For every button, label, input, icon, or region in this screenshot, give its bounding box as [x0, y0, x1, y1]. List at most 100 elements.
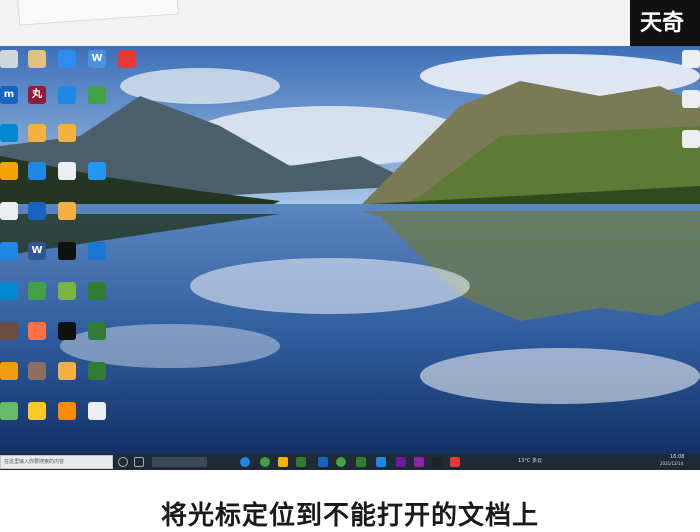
taskbar-search-input[interactable]: 在这里输入你要搜索的内容	[0, 455, 113, 469]
desktop-icon[interactable]	[0, 402, 24, 440]
clock-date[interactable]: 2021/12/14	[660, 461, 683, 466]
desktop-icon[interactable]	[82, 242, 112, 280]
desktop-icon[interactable]	[52, 162, 82, 200]
app-icon	[58, 322, 76, 340]
desktop-icon[interactable]	[0, 242, 24, 280]
desktop-icon[interactable]	[52, 242, 82, 280]
app-icon	[88, 362, 106, 380]
desktop-icon[interactable]: 丸	[22, 86, 52, 124]
brand-text: 天奇生活	[609, 472, 662, 487]
app-icon	[88, 402, 106, 420]
app-icon	[28, 402, 46, 420]
desktop-icon[interactable]	[22, 322, 52, 360]
app-icon	[58, 124, 76, 142]
premiere-icon[interactable]	[396, 457, 406, 467]
desktop-icon[interactable]	[22, 50, 52, 88]
app-icon[interactable]	[376, 457, 386, 467]
app-icon	[0, 162, 18, 180]
app-icon	[28, 50, 46, 68]
desktop-icon[interactable]	[52, 362, 82, 400]
monitor-screen: Wm丸 W 在这里输入你要搜索的内容 13°C 多云 16:08 2021/12/…	[0, 46, 700, 470]
cortana-icon[interactable]	[118, 457, 128, 467]
desktop-icon[interactable]	[82, 86, 112, 124]
desktop-icon[interactable]: W	[82, 50, 112, 88]
desktop-icon[interactable]	[22, 202, 52, 240]
wechat-icon[interactable]	[336, 457, 346, 467]
taskbar: 在这里输入你要搜索的内容 13°C 多云 16:08 2021/12/14	[0, 454, 700, 470]
browser-icon[interactable]	[260, 457, 270, 467]
app-icon	[58, 162, 76, 180]
app-icon	[0, 282, 18, 300]
capcut-icon[interactable]	[432, 457, 442, 467]
desktop-icon[interactable]: m	[0, 86, 24, 124]
desktop-icon[interactable]	[676, 90, 700, 128]
brand-watermark: 天奇生活	[589, 470, 662, 490]
app-icon	[58, 242, 76, 260]
desktop-icon[interactable]	[676, 130, 700, 168]
app-icon	[28, 322, 46, 340]
desktop-icon[interactable]	[0, 362, 24, 400]
desktop-icon[interactable]	[52, 86, 82, 124]
desktop-icon[interactable]	[0, 124, 24, 162]
edge-icon[interactable]	[240, 457, 250, 467]
desktop-icon[interactable]	[0, 50, 24, 88]
desktop-icon[interactable]	[52, 124, 82, 162]
app-icon	[88, 282, 106, 300]
app-icon	[58, 282, 76, 300]
desktop-icon[interactable]	[82, 162, 112, 200]
desktop-icon[interactable]	[22, 402, 52, 440]
app-icon	[28, 362, 46, 380]
desktop-icon[interactable]	[82, 402, 112, 440]
photoshop-icon[interactable]	[318, 457, 328, 467]
desk-surface	[0, 0, 700, 48]
weather-text[interactable]: 13°C 多云	[518, 457, 542, 464]
desktop-icon[interactable]: W	[22, 242, 52, 280]
app-icon[interactable]	[414, 457, 424, 467]
app-icon	[118, 50, 136, 68]
app-icon	[0, 402, 18, 420]
desktop-icon[interactable]	[52, 202, 82, 240]
app-icon	[0, 322, 18, 340]
app-icon	[0, 50, 18, 68]
clock-time[interactable]: 16:08	[670, 454, 684, 460]
desktop-icon[interactable]	[0, 202, 24, 240]
brand-logo-icon	[589, 471, 606, 488]
desktop-icon[interactable]	[0, 322, 24, 360]
desktop-icon[interactable]	[82, 282, 112, 320]
desktop-icon[interactable]	[82, 362, 112, 400]
app-icon[interactable]	[296, 457, 306, 467]
desktop-icon[interactable]	[676, 50, 700, 88]
document-icon	[682, 90, 700, 108]
app-icon	[28, 162, 46, 180]
app-icon	[0, 124, 18, 142]
desktop-icon[interactable]	[52, 50, 82, 88]
task-view-icon[interactable]	[134, 457, 144, 467]
document-icon	[682, 130, 700, 148]
desktop-icon[interactable]	[22, 124, 52, 162]
app-icon	[58, 50, 76, 68]
app-icon: W	[88, 50, 106, 68]
app-icon	[58, 202, 76, 220]
app-icon	[0, 242, 18, 260]
desktop-icon[interactable]	[82, 322, 112, 360]
desktop-icon[interactable]	[22, 162, 52, 200]
app-icon[interactable]	[356, 457, 366, 467]
app-icon	[0, 362, 18, 380]
desktop-icon[interactable]	[52, 282, 82, 320]
desktop-icon[interactable]	[0, 282, 24, 320]
desktop-icon[interactable]	[22, 362, 52, 400]
desktop-icon[interactable]	[22, 282, 52, 320]
app-icon	[28, 282, 46, 300]
desktop-icon[interactable]	[112, 50, 142, 88]
app-icon	[88, 162, 106, 180]
app-icon	[88, 86, 106, 104]
app-icon: W	[28, 242, 46, 260]
desktop-icon[interactable]	[52, 322, 82, 360]
taskbar-app-slot[interactable]	[152, 457, 207, 467]
app-icon	[88, 322, 106, 340]
app-icon	[58, 402, 76, 420]
desktop-icon[interactable]	[0, 162, 24, 200]
desktop-icon[interactable]	[52, 402, 82, 440]
app-icon[interactable]	[450, 457, 460, 467]
file-explorer-icon[interactable]	[278, 457, 288, 467]
